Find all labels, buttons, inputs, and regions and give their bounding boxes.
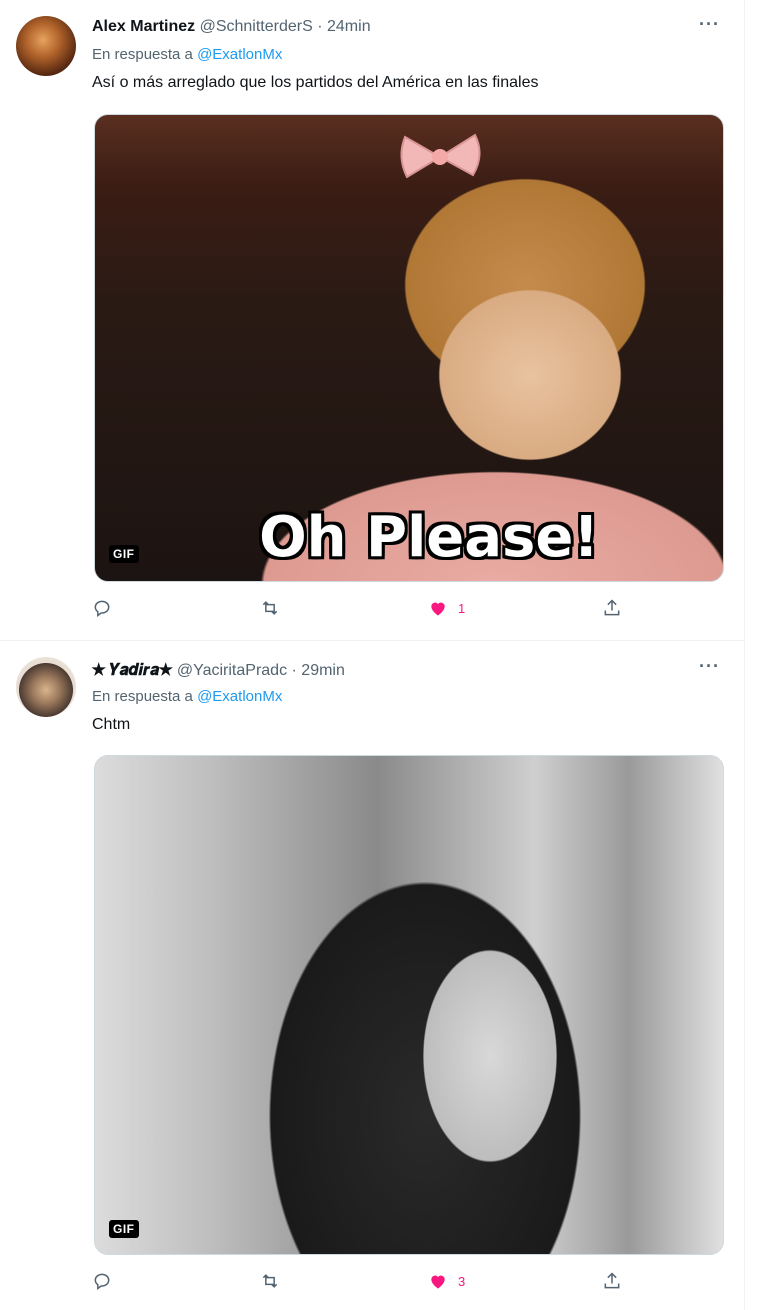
retweet-button[interactable] (260, 1271, 280, 1291)
gif-badge: GIF (109, 1220, 139, 1238)
author-handle[interactable]: @SchnitterderS (200, 18, 313, 35)
hair-bow-graphic (400, 133, 481, 179)
share-icon (604, 599, 620, 616)
reply-button[interactable] (92, 1271, 112, 1291)
tweet[interactable]: ✭ 𝒀𝒂𝒅𝒊𝒓𝒂✭ @YaciritaPradc · 29min ··· En … (0, 641, 744, 1310)
tweet-header: ✭ 𝒀𝒂𝒅𝒊𝒓𝒂✭ @YaciritaPradc · 29min (92, 660, 345, 680)
gif-badge: GIF (109, 545, 139, 563)
author-name[interactable]: ✭ 𝒀𝒂𝒅𝒊𝒓𝒂✭ (92, 662, 172, 679)
reply-icon (94, 600, 110, 617)
more-icon[interactable]: ··· (699, 14, 720, 35)
reply-context: En respuesta a @ExatlonMx (92, 688, 282, 705)
retweet-icon (262, 601, 278, 615)
heart-icon (431, 1275, 445, 1289)
share-button[interactable] (602, 598, 622, 618)
author-name[interactable]: Alex Martinez (92, 18, 195, 35)
reply-prefix: En respuesta a (92, 46, 193, 63)
tweet-header: Alex Martinez @SchnitterderS · 24min (92, 18, 371, 36)
more-icon[interactable]: ··· (699, 656, 720, 677)
share-button[interactable] (602, 1271, 622, 1291)
action-bar: 1 (92, 598, 652, 628)
like-button[interactable]: 3 (428, 1271, 465, 1291)
like-count: 1 (458, 600, 466, 616)
gif-media[interactable]: Oh Please! GIF (94, 114, 724, 582)
timestamp[interactable]: · 24min (317, 18, 370, 35)
like-count: 3 (458, 1273, 466, 1289)
gif-caption: Oh Please! (259, 505, 599, 570)
action-bar: 3 (92, 1271, 652, 1301)
retweet-button[interactable] (260, 598, 280, 618)
timestamp[interactable]: · 29min (292, 662, 345, 679)
reply-context: En respuesta a @ExatlonMx (92, 46, 282, 63)
author-handle[interactable]: @YaciritaPradc (177, 662, 287, 679)
reply-mention-link[interactable]: @ExatlonMx (197, 688, 282, 705)
heart-icon (431, 602, 445, 616)
share-icon (604, 1272, 620, 1289)
reply-prefix: En respuesta a (92, 688, 193, 705)
avatar[interactable] (16, 16, 76, 76)
reply-mention-link[interactable]: @ExatlonMx (197, 46, 282, 63)
retweet-icon (262, 1274, 278, 1288)
reply-button[interactable] (92, 598, 112, 618)
like-button[interactable]: 1 (428, 598, 465, 618)
reply-icon (94, 1273, 110, 1290)
tweet[interactable]: Alex Martinez @SchnitterderS · 24min ···… (0, 0, 744, 640)
gif-media[interactable]: GIF (94, 755, 724, 1255)
timeline-border (744, 0, 745, 1310)
tweet-text: Chtm (92, 716, 131, 733)
avatar[interactable] (16, 657, 76, 717)
tweet-text: Así o más arreglado que los partidos del… (92, 74, 539, 91)
